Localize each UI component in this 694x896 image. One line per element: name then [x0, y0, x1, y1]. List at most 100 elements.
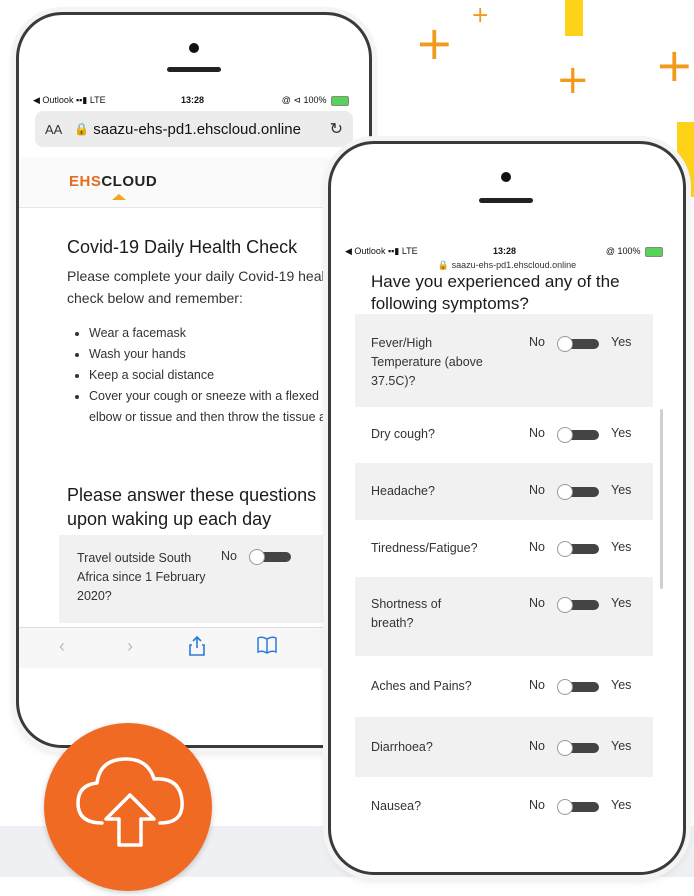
aches-toggle[interactable]	[557, 679, 601, 695]
symptoms-list: Fever/High Temperature (above 37.5C)? No…	[355, 314, 653, 837]
diarrhoea-toggle[interactable]	[557, 740, 601, 756]
headache-toggle[interactable]	[557, 484, 601, 500]
battery-icon	[645, 246, 663, 257]
no-label: No	[529, 678, 545, 692]
ehscloud-logo: EHSCLOUD	[69, 173, 157, 190]
status-network: LTE	[89, 95, 106, 105]
back-button[interactable]: ‹	[59, 636, 65, 657]
no-label: No	[529, 483, 545, 497]
signal-icon: ▪▪▮	[387, 246, 400, 256]
status-battery-text: @ 100%	[605, 246, 641, 256]
intro-text: Please complete your daily Covid-19 heal…	[67, 268, 337, 306]
tiredness-toggle[interactable]	[557, 541, 601, 557]
browser-toolbar: ‹ ›	[19, 627, 369, 668]
toggle-knob	[557, 336, 573, 352]
status-back-app: ◀ Outlook	[33, 95, 74, 105]
yes-label: Yes	[611, 426, 632, 440]
plus-icon: +	[556, 57, 590, 103]
signal-icon: ▪▪▮	[75, 95, 88, 105]
phone-right: ◀ Outlook ▪▪▮ LTE 13:28 @ 100% 🔒 saazu-e…	[328, 141, 686, 875]
toggle-knob	[557, 740, 573, 756]
symptom-row-headache: Headache? No Yes	[355, 463, 653, 520]
symptom-label: Fever/High Temperature (above 37.5C)?	[371, 336, 483, 388]
yes-label: Yes	[611, 540, 632, 554]
symptom-row-aches: Aches and Pains? No Yes	[355, 656, 653, 717]
status-right: @ ⊲ 100%	[282, 95, 349, 106]
no-label: No	[221, 549, 237, 563]
logo-part-ehs: EHS	[69, 173, 102, 190]
no-label: No	[529, 540, 545, 554]
text-size-button[interactable]: AA	[45, 122, 62, 137]
book-icon[interactable]	[257, 636, 277, 659]
page-title: Covid-19 Daily Health Check	[67, 237, 298, 257]
symptom-label: Shortness of breath?	[371, 597, 442, 630]
symptom-row-diarrhoea: Diarrhoea? No Yes	[355, 717, 653, 777]
symptom-row-fever: Fever/High Temperature (above 37.5C)? No…	[355, 314, 653, 407]
symptom-label: Dry cough?	[371, 427, 435, 441]
url-text: saazu-ehs-pd1.ehscloud.online	[451, 260, 577, 270]
no-label: No	[529, 798, 545, 812]
reload-icon[interactable]: ↻	[330, 119, 343, 139]
dry-cough-toggle[interactable]	[557, 427, 601, 443]
status-battery-text: @ ⊲ 100%	[281, 95, 327, 105]
logo-part-cloud: CLOUD	[101, 173, 158, 190]
status-time: 13:28	[181, 95, 205, 105]
lock-icon: 🔒	[74, 122, 90, 136]
phone-left: ◀ Outlook ▪▪▮ LTE 13:28 @ ⊲ 100% AA 🔒 sa…	[16, 12, 372, 748]
symptom-label: Nausea?	[371, 799, 422, 813]
no-label: No	[529, 739, 545, 753]
status-bar: ◀ Outlook ▪▪▮ LTE 13:28 @ ⊲ 100%	[33, 95, 355, 106]
share-icon[interactable]	[189, 635, 205, 661]
status-network: LTE	[401, 246, 418, 256]
url-text: saazu-ehs-pd1.ehscloud.online	[93, 120, 301, 138]
symptom-row-shortness-of-breath: Shortness of breath? No Yes	[355, 577, 653, 656]
battery-icon	[331, 95, 349, 106]
status-bar: ◀ Outlook ▪▪▮ LTE 13:28 @ 100%	[345, 246, 669, 257]
address-bar[interactable]: AA 🔒 saazu-ehs-pd1.ehscloud.online ↻	[35, 111, 353, 147]
status-time: 13:28	[493, 246, 517, 256]
section-heading: Please answer these questions upon wakin…	[67, 485, 317, 529]
cloud-upload-badge	[44, 723, 212, 891]
scrollbar[interactable]	[660, 409, 663, 589]
fever-toggle[interactable]	[557, 336, 601, 352]
forward-button[interactable]: ›	[127, 636, 133, 657]
symptom-row-dry-cough: Dry cough? No Yes	[355, 407, 653, 463]
plus-icon: +	[655, 38, 694, 92]
shortness-toggle[interactable]	[557, 597, 601, 613]
list-item: Keep a social distance	[89, 365, 351, 386]
lock-icon: 🔒	[437, 260, 450, 270]
address-bar[interactable]: 🔒 saazu-ehs-pd1.ehscloud.online	[331, 260, 683, 271]
symptoms-heading: Have you experienced any of the followin…	[371, 272, 620, 313]
toggle-knob	[557, 541, 573, 557]
yes-label: Yes	[611, 739, 632, 753]
nausea-toggle[interactable]	[557, 799, 601, 815]
yes-label: Yes	[611, 596, 632, 610]
logo-mark	[112, 194, 126, 200]
no-label: No	[529, 426, 545, 440]
toggle-knob	[557, 799, 573, 815]
camera-dot	[189, 43, 199, 53]
speaker-slot	[479, 198, 533, 203]
cloud-upload-icon	[76, 757, 184, 847]
advice-list: Wear a facemask Wash your hands Keep a s…	[67, 323, 351, 428]
plus-icon: +	[415, 16, 454, 70]
yes-label: Yes	[611, 483, 632, 497]
toggle-knob	[557, 484, 573, 500]
list-item: Cover your cough or sneeze with a flexed…	[89, 386, 351, 428]
no-label: No	[529, 335, 545, 349]
yes-label: Yes	[611, 335, 632, 349]
camera-dot	[501, 172, 511, 182]
symptom-label: Headache?	[371, 484, 435, 498]
symptom-label: Aches and Pains?	[371, 679, 472, 693]
question-label: Travel outside South Africa since 1 Febr…	[77, 551, 206, 603]
list-item: Wash your hands	[89, 344, 351, 365]
symptom-label: Diarrhoea?	[371, 740, 433, 754]
toggle-knob	[249, 549, 265, 565]
toggle-knob	[557, 427, 573, 443]
question-row-travel: Travel outside South Africa since 1 Febr…	[59, 535, 369, 623]
plus-icon: +	[471, 3, 490, 28]
toggle-knob	[557, 679, 573, 695]
travel-toggle[interactable]	[249, 549, 293, 565]
decorative-bar	[565, 0, 583, 36]
status-back-app: ◀ Outlook	[345, 246, 386, 256]
